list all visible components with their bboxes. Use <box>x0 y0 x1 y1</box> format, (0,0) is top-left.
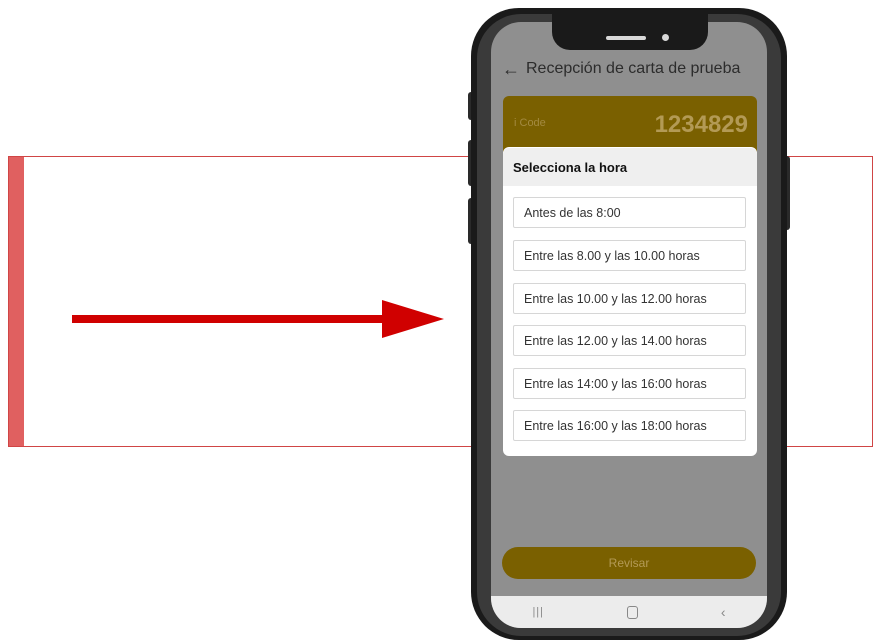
time-option-1[interactable]: Antes de las 8:00 <box>513 197 746 228</box>
back-icon[interactable]: ‹ <box>721 604 726 620</box>
recents-icon[interactable]: ||| <box>532 606 544 618</box>
time-option-5[interactable]: Entre las 14:00 y las 16:00 horas <box>513 368 746 399</box>
time-option-2[interactable]: Entre las 8.00 y las 10.00 horas <box>513 240 746 271</box>
icode-value: 1234829 <box>654 111 748 138</box>
camera-icon <box>662 34 669 41</box>
time-option-4[interactable]: Entre las 12.00 y las 14.00 horas <box>513 325 746 356</box>
time-option-3[interactable]: Entre las 10.00 y las 12.00 horas <box>513 283 746 314</box>
review-button[interactable]: Revisar <box>502 547 756 579</box>
page-title: Recepción de carta de prueba <box>526 60 741 77</box>
time-option-6[interactable]: Entre las 16:00 y las 18:00 horas <box>513 410 746 441</box>
system-navbar: ||| ‹ <box>491 596 767 628</box>
phone-notch <box>552 14 708 50</box>
dialog-title: Selecciona la hora <box>503 148 757 186</box>
app-header: ← Recepción de carta de prueba <box>502 56 762 82</box>
back-arrow-icon[interactable]: ← <box>502 59 520 80</box>
pointer-arrow-icon <box>72 300 444 338</box>
icode-label: i Code <box>514 117 546 129</box>
home-icon[interactable] <box>626 605 638 619</box>
speaker-icon <box>606 36 646 40</box>
